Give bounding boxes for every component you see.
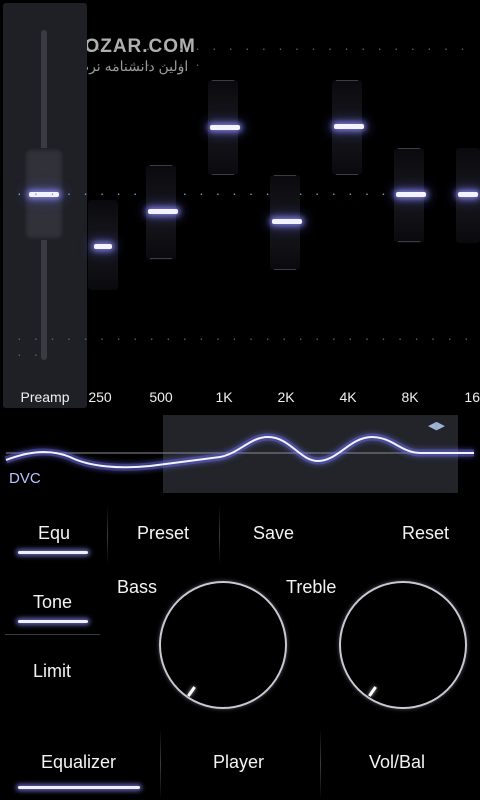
tab-tone-active-indicator [18,620,88,623]
reset-button[interactable]: Reset [402,523,449,544]
band-8k-tick [398,148,420,149]
band-1k-tick [212,80,234,81]
divider [219,505,220,565]
treble-label: Treble [286,577,337,597]
tab-tone[interactable]: Tone [33,592,72,613]
tab-limit[interactable]: Limit [33,661,71,682]
bass-label: Bass [117,577,158,597]
nav-vol-bal[interactable]: Vol/Bal [369,752,425,773]
grid-dots-bottom: · · · · · · · · · · · · · · · · · · · · … [17,330,473,362]
dvc-curve [4,433,474,471]
divider [107,505,108,565]
band-2k-tick [274,269,296,270]
nav-equalizer[interactable]: Equalizer [41,752,116,773]
band-label-1k: 1K [215,389,233,405]
divider [160,728,161,800]
band-16k-level[interactable] [458,192,478,197]
save-button[interactable]: Save [253,523,294,544]
band-label-250: 250 [88,389,112,405]
band-1k-level[interactable] [210,125,240,130]
band-4k-tick [336,80,358,81]
band-1k-tick [212,174,234,175]
band-label-500: 500 [149,389,173,405]
tab-equ[interactable]: Equ [38,523,70,544]
divider [320,728,321,800]
nav-equalizer-active-indicator [18,786,140,789]
divider [5,634,100,635]
band-8k-level[interactable] [396,192,426,197]
dvc-label: DVC [9,470,41,487]
tab-preset[interactable]: Preset [137,523,189,544]
grid-dots-center: · · · · · · · · · · · · · · · · · · · · … [17,185,423,201]
band-4k-level[interactable] [334,124,364,129]
band-label-4k: 4K [339,389,357,405]
treble-knob[interactable] [339,581,467,709]
preamp-label: Preamp [20,389,70,405]
band-250-level[interactable] [94,244,112,249]
band-500-level[interactable] [148,209,178,214]
nav-player[interactable]: Player [213,752,264,773]
band-500-tick [150,165,172,166]
band-label-16k: 16 [464,389,480,405]
band-4k-tick [336,174,358,175]
tab-equ-active-indicator [18,551,88,554]
band-2k-level[interactable] [272,219,302,224]
band-2k-tick [274,175,296,176]
band-label-2k: 2K [277,389,295,405]
band-label-8k: 8K [401,389,419,405]
bass-knob[interactable] [159,581,287,709]
band-500-tick [150,258,172,259]
grid-dots-top: · · · · · · · · · · · · · · · · · · · · … [96,40,469,72]
band-8k-tick [398,241,420,242]
